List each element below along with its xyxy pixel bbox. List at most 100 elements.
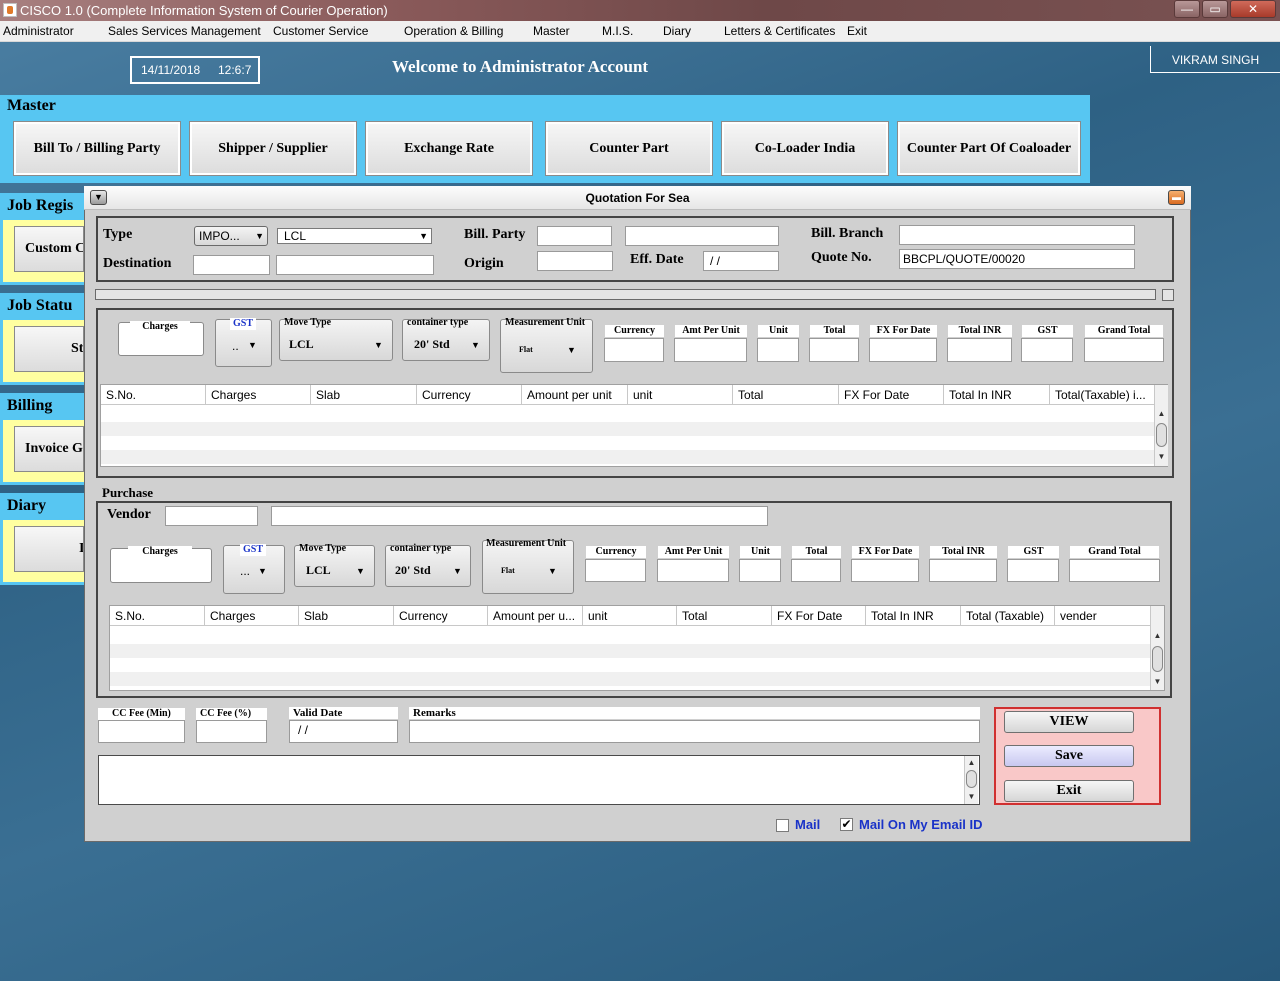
status-button[interactable]: St bbox=[14, 326, 84, 372]
table-row[interactable] bbox=[101, 422, 1155, 436]
bill-party-code-input[interactable] bbox=[537, 226, 612, 246]
menu-master[interactable]: Master bbox=[533, 24, 570, 38]
destination-name-input[interactable] bbox=[276, 255, 434, 275]
bill-party-name-input[interactable] bbox=[625, 226, 779, 246]
co-loader-button[interactable]: Co-Loader India bbox=[721, 121, 889, 176]
scroll-up-icon[interactable]: ▲ bbox=[1151, 629, 1164, 643]
mail-on-my-email-label[interactable]: Mail On My Email ID bbox=[859, 817, 983, 832]
purchase-col-taxable[interactable]: Total (Taxable) bbox=[961, 606, 1055, 626]
quote-no-input[interactable]: BBCPL/QUOTE/00020 bbox=[899, 249, 1135, 269]
menu-administrator[interactable]: Administrator bbox=[3, 24, 74, 38]
sale-gst-input[interactable] bbox=[1021, 338, 1073, 362]
mode-select[interactable]: LCL ▼ bbox=[277, 228, 432, 244]
mail-label[interactable]: Mail bbox=[795, 817, 820, 832]
scroll-thumb[interactable] bbox=[966, 770, 977, 788]
custom-cl-button[interactable]: Custom Cl bbox=[14, 226, 84, 272]
purchase-fx-input[interactable] bbox=[851, 559, 919, 582]
purchase-table-scrollbar[interactable]: ▲ ▼ bbox=[1150, 606, 1164, 690]
table-row[interactable] bbox=[110, 644, 1151, 658]
sale-col-amount[interactable]: Amount per unit bbox=[522, 385, 628, 405]
purchase-gst-input[interactable] bbox=[1007, 559, 1059, 582]
minimize-button[interactable]: — bbox=[1174, 0, 1200, 18]
save-button[interactable]: Save bbox=[1004, 745, 1134, 767]
purchase-unit-input[interactable] bbox=[739, 559, 781, 582]
purchase-col-sno[interactable]: S.No. bbox=[110, 606, 205, 626]
purchase-col-charges[interactable]: Charges bbox=[205, 606, 299, 626]
counter-part-button[interactable]: Counter Part bbox=[545, 121, 713, 176]
sale-col-total[interactable]: Total bbox=[733, 385, 839, 405]
view-button[interactable]: VIEW bbox=[1004, 711, 1134, 733]
scroll-up-icon[interactable]: ▲ bbox=[965, 756, 978, 770]
menu-letters[interactable]: Letters & Certificates bbox=[724, 24, 835, 38]
origin-input[interactable] bbox=[537, 251, 613, 271]
vendor-name-input[interactable] bbox=[271, 506, 768, 526]
invoice-button[interactable]: Invoice G bbox=[14, 426, 84, 472]
bill-branch-input[interactable] bbox=[899, 225, 1135, 245]
purchase-col-total-inr[interactable]: Total In INR bbox=[866, 606, 961, 626]
sale-fx-input[interactable] bbox=[869, 338, 937, 362]
type-select[interactable]: IMPO... ▼ bbox=[194, 226, 268, 246]
purchase-total-inr-input[interactable] bbox=[929, 559, 997, 582]
sale-currency-input[interactable] bbox=[604, 338, 664, 362]
dialog-close-icon[interactable]: ▬ bbox=[1168, 190, 1185, 205]
sale-table-scrollbar[interactable]: ▲ ▼ bbox=[1154, 385, 1168, 466]
sale-col-currency[interactable]: Currency bbox=[417, 385, 522, 405]
menu-mis[interactable]: M.I.S. bbox=[602, 24, 633, 38]
sale-grand-total-input[interactable] bbox=[1084, 338, 1164, 362]
purchase-col-amount[interactable]: Amount per u... bbox=[488, 606, 583, 626]
purchase-currency-input[interactable] bbox=[585, 559, 646, 582]
sale-col-unit[interactable]: unit bbox=[628, 385, 733, 405]
vendor-code-input[interactable] bbox=[165, 506, 258, 526]
shipper-button[interactable]: Shipper / Supplier bbox=[189, 121, 357, 176]
destination-code-input[interactable] bbox=[193, 255, 270, 275]
notes-scrollbar[interactable]: ▲ ▼ bbox=[964, 756, 978, 804]
menu-sales-services[interactable]: Sales Services Management bbox=[108, 24, 261, 38]
sale-col-total-inr[interactable]: Total In INR bbox=[944, 385, 1050, 405]
bill-to-button[interactable]: Bill To / Billing Party bbox=[13, 121, 181, 176]
sale-col-fx[interactable]: FX For Date bbox=[839, 385, 944, 405]
mail-checkbox[interactable] bbox=[776, 819, 789, 832]
sale-total-input[interactable] bbox=[809, 338, 859, 362]
scroll-thumb[interactable] bbox=[1156, 423, 1167, 447]
remarks-input[interactable] bbox=[409, 720, 980, 743]
sale-col-charges[interactable]: Charges bbox=[206, 385, 311, 405]
eff-date-input[interactable]: / / bbox=[703, 251, 779, 271]
scroll-down-icon[interactable]: ▼ bbox=[1155, 450, 1168, 464]
scroll-thumb[interactable] bbox=[1152, 646, 1163, 672]
sale-col-taxable[interactable]: Total(Taxable) i... bbox=[1050, 385, 1155, 405]
table-row[interactable] bbox=[110, 672, 1151, 686]
exit-button[interactable]: Exit bbox=[1004, 780, 1134, 802]
scroll-up-icon[interactable]: ▲ bbox=[1155, 407, 1168, 421]
purchase-col-currency[interactable]: Currency bbox=[394, 606, 488, 626]
valid-date-input[interactable]: / / bbox=[289, 720, 398, 743]
purchase-col-slab[interactable]: Slab bbox=[299, 606, 394, 626]
notes-textarea[interactable]: ▲ ▼ bbox=[98, 755, 980, 805]
purchase-total-input[interactable] bbox=[791, 559, 841, 582]
scroll-down-icon[interactable]: ▼ bbox=[1151, 675, 1164, 689]
counter-part-coaloader-button[interactable]: Counter Part Of Coaloader bbox=[897, 121, 1081, 176]
cc-fee-pct-input[interactable] bbox=[196, 720, 267, 743]
sale-col-slab[interactable]: Slab bbox=[311, 385, 417, 405]
purchase-col-vender[interactable]: vender bbox=[1055, 606, 1151, 626]
purchase-grand-total-input[interactable] bbox=[1069, 559, 1160, 582]
purchase-col-unit[interactable]: unit bbox=[583, 606, 677, 626]
purchase-amt-input[interactable] bbox=[657, 559, 729, 582]
cc-fee-min-input[interactable] bbox=[98, 720, 185, 743]
sale-unit-input[interactable] bbox=[757, 338, 799, 362]
exchange-rate-button[interactable]: Exchange Rate bbox=[365, 121, 533, 176]
close-button[interactable]: ✕ bbox=[1230, 0, 1276, 18]
table-row[interactable] bbox=[101, 450, 1155, 464]
dialog-menu-icon[interactable]: ▼ bbox=[90, 190, 107, 205]
menu-diary[interactable]: Diary bbox=[663, 24, 691, 38]
purchase-col-total[interactable]: Total bbox=[677, 606, 772, 626]
menu-exit[interactable]: Exit bbox=[847, 24, 867, 38]
mail-on-my-email-checkbox[interactable]: ✔ bbox=[840, 818, 853, 831]
menu-customer-service[interactable]: Customer Service bbox=[273, 24, 368, 38]
diary-button[interactable]: I bbox=[14, 526, 84, 572]
restore-button[interactable]: ▭ bbox=[1202, 0, 1228, 18]
sale-col-sno[interactable]: S.No. bbox=[101, 385, 206, 405]
scroll-down-icon[interactable]: ▼ bbox=[965, 790, 978, 804]
purchase-col-fx[interactable]: FX For Date bbox=[772, 606, 866, 626]
menu-operation-billing[interactable]: Operation & Billing bbox=[404, 24, 503, 38]
sale-total-inr-input[interactable] bbox=[947, 338, 1012, 362]
